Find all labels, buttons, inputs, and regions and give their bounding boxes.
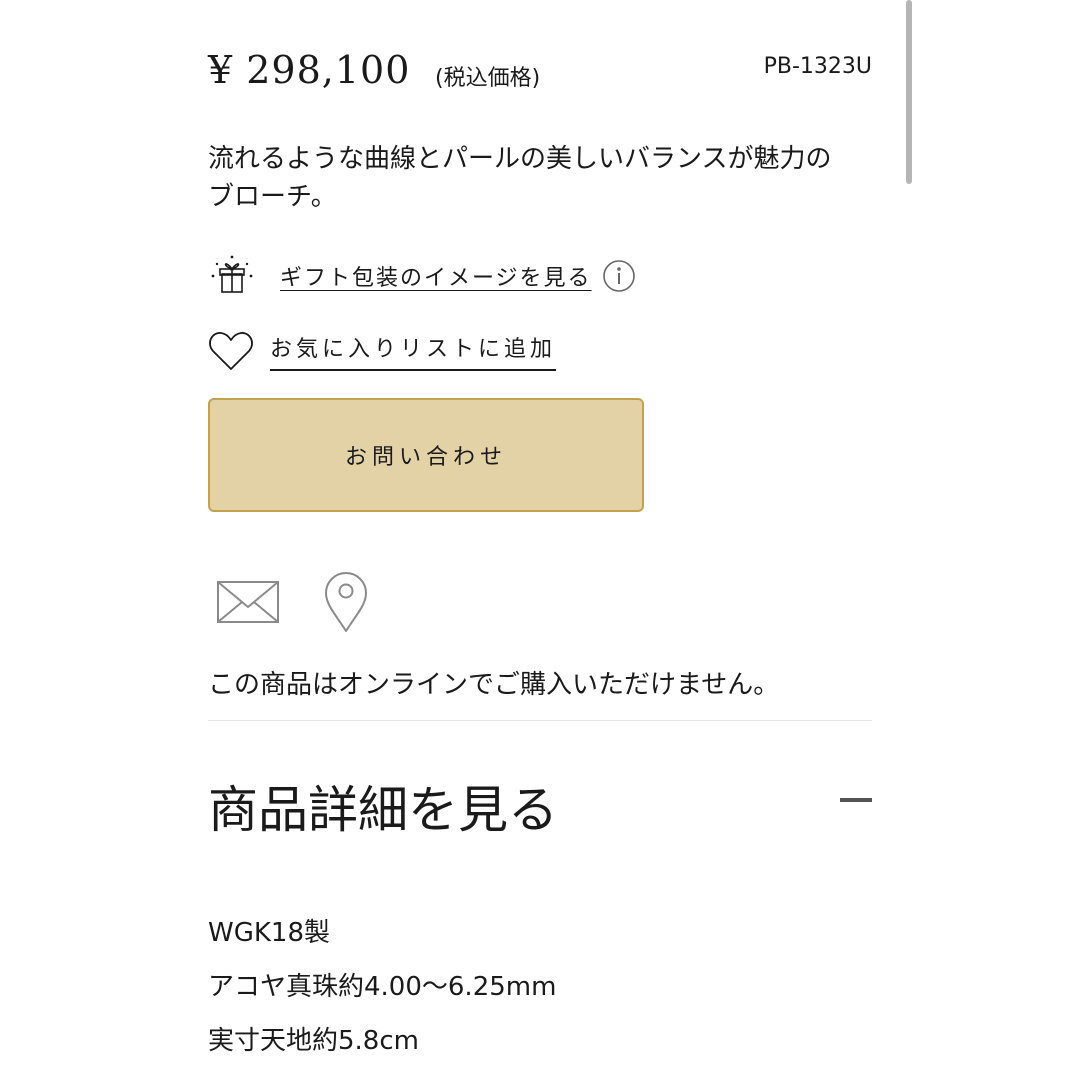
scrollbar-thumb[interactable] — [906, 0, 912, 184]
details-accordion-header[interactable]: 商品詳細を見る — [208, 770, 872, 840]
add-to-favorites-link[interactable]: お気に入りリストに追加 — [270, 331, 557, 371]
spec-item: 実寸天地約5.8cm — [208, 1026, 419, 1056]
price-row: ¥ 298,100 (税込価格) PB-1323U — [208, 44, 872, 104]
heart-icon[interactable] — [208, 329, 254, 373]
divider — [208, 720, 872, 721]
contact-icons — [216, 570, 370, 634]
location-pin-icon[interactable] — [322, 571, 370, 633]
description-line-1: 流れるような曲線とパールの美しいバランスが魅力の — [208, 144, 832, 174]
tax-note: (税込価格) — [435, 66, 541, 91]
details-title: 商品詳細を見る — [208, 781, 558, 839]
gift-wrap-row: ギフト包装のイメージを見る — [208, 254, 636, 298]
minus-icon[interactable] — [840, 798, 872, 802]
spec-item: WGK18製 — [208, 918, 330, 948]
mail-icon[interactable] — [216, 579, 280, 625]
product-description: 流れるような曲線とパールの美しいバランスが魅力の ブローチ。 — [208, 140, 872, 216]
spec-list: WGK18製 アコヤ真珠約4.00〜6.25mm 実寸天地約5.8cm — [208, 906, 872, 1068]
inquiry-button[interactable]: お問い合わせ — [208, 398, 644, 512]
info-icon[interactable] — [602, 259, 636, 293]
gift-icon — [208, 254, 256, 298]
product-page: ¥ 298,100 (税込価格) PB-1323U 流れるような曲線とパールの美… — [0, 0, 1080, 1080]
product-sku: PB-1323U — [763, 54, 872, 79]
favorite-row: お気に入りリストに追加 — [208, 326, 557, 376]
description-line-2: ブローチ。 — [208, 182, 337, 212]
spec-item: アコヤ真珠約4.00〜6.25mm — [208, 972, 557, 1002]
availability-message: この商品はオンラインでご購入いただけません。 — [208, 670, 780, 700]
product-price: ¥ 298,100 — [208, 48, 411, 92]
gift-wrap-link[interactable]: ギフト包装のイメージを見る — [280, 260, 592, 292]
